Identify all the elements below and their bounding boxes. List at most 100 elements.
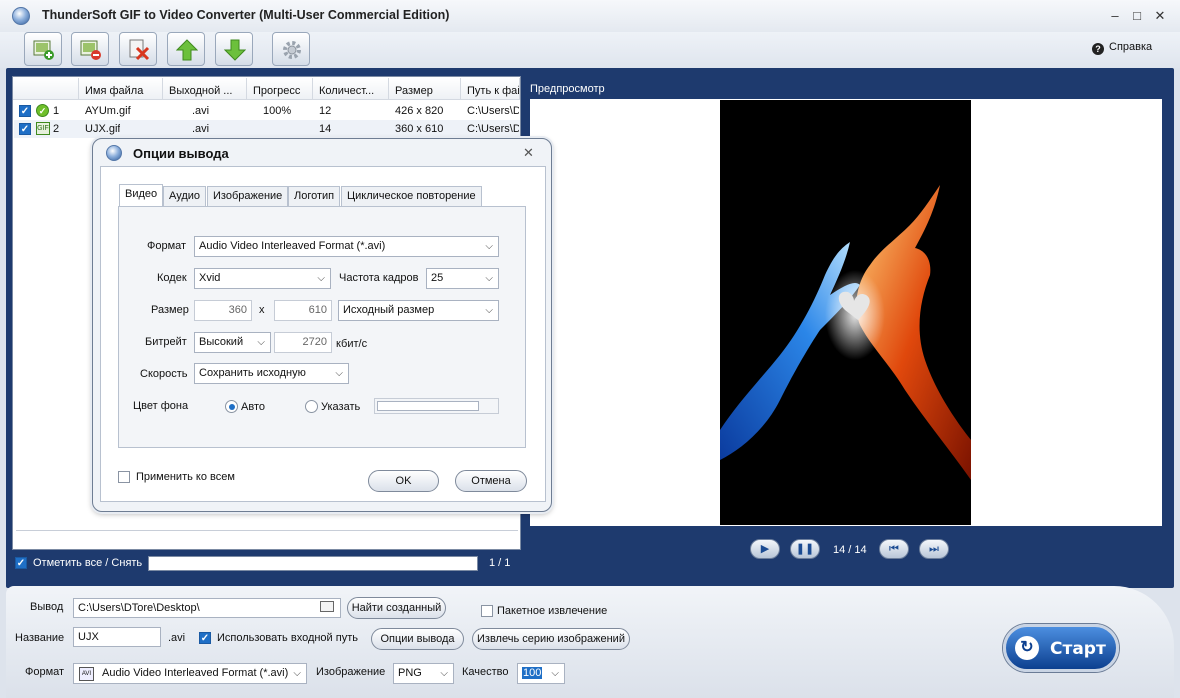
maximize-button[interactable]: □ <box>1128 8 1146 24</box>
row-checkbox[interactable]: ✓ <box>19 105 31 117</box>
bg-custom-label: Указать <box>321 401 361 413</box>
file-name: UJX.gif <box>85 123 121 135</box>
move-up-button[interactable] <box>167 32 205 66</box>
row-checkbox[interactable]: ✓ <box>19 123 31 135</box>
bg-color-picker[interactable] <box>374 398 499 414</box>
quality-dropdown[interactable]: 100 ⌵ <box>517 663 565 684</box>
tab-audio[interactable]: Аудио <box>163 186 207 206</box>
bitrate-mode-dropdown[interactable]: Высокий ⌵ <box>194 332 271 353</box>
dialog-close-icon[interactable]: ✕ <box>523 145 534 161</box>
name-field[interactable]: UJX <box>73 627 161 647</box>
tab-video[interactable]: Видео <box>119 184 164 207</box>
page-count: 1 / 1 <box>489 557 511 569</box>
add-file-icon <box>33 40 54 60</box>
bg-custom-radio[interactable] <box>305 400 318 413</box>
tab-loop[interactable]: Циклическое повторение <box>341 186 482 206</box>
move-down-button[interactable] <box>215 32 253 66</box>
dialog-format-dropdown[interactable]: Audio Video Interleaved Format (*.avi) ⌵ <box>194 236 499 257</box>
width-field[interactable]: 360 <box>194 300 252 321</box>
codec-dropdown[interactable]: Xvid ⌵ <box>194 268 331 289</box>
tab-logo[interactable]: Логотип <box>288 186 341 206</box>
column-header-output[interactable]: Выходной ... <box>163 78 247 100</box>
start-refresh-icon: ↻ <box>1015 636 1039 660</box>
height-field[interactable]: 610 <box>274 300 332 321</box>
column-header-progress[interactable]: Прогресс <box>247 78 313 100</box>
column-header-name[interactable]: Имя файла <box>79 78 163 100</box>
remove-file-button[interactable] <box>71 32 109 66</box>
speed-label: Скорость <box>140 368 188 380</box>
file-path: C:\Users\D <box>467 123 519 135</box>
output-options-button[interactable]: Опции вывода <box>371 628 464 650</box>
size-label: Размер <box>151 304 189 316</box>
done-status-icon: ✓ <box>36 104 49 117</box>
column-header-path[interactable]: Путь к фай <box>461 78 520 100</box>
previous-frame-button[interactable]: ⏮ <box>879 539 909 559</box>
name-extension: .avi <box>168 632 186 644</box>
framerate-dropdown[interactable]: 25 ⌵ <box>426 268 499 289</box>
size-separator: x <box>259 304 265 316</box>
close-button[interactable]: ✕ <box>1151 8 1169 24</box>
clear-list-button[interactable] <box>119 32 157 66</box>
move-up-icon <box>176 39 198 61</box>
tab-image[interactable]: Изображение <box>207 186 289 206</box>
add-file-button[interactable] <box>24 32 62 66</box>
chevron-down-icon: ⌵ <box>551 668 559 679</box>
format-label: Формат <box>25 666 65 678</box>
bitrate-mode-value: Высокий <box>199 336 244 348</box>
file-size: 360 x 610 <box>395 123 444 135</box>
pause-icon: ❚❚ <box>795 543 815 555</box>
speed-dropdown[interactable]: Сохранить исходную ⌵ <box>194 363 349 384</box>
output-label: Вывод <box>30 601 64 613</box>
preview-artwork <box>720 185 971 480</box>
row-number: 2 <box>53 123 60 135</box>
framerate-value: 25 <box>431 272 444 284</box>
find-created-button[interactable]: Найти созданный <box>347 597 446 619</box>
apply-all-checkbox[interactable] <box>118 471 130 483</box>
format-dropdown[interactable]: AVI Audio Video Interleaved Format (*.av… <box>73 663 307 684</box>
bitrate-field[interactable]: 2720 <box>274 332 332 353</box>
gif-file-icon: GIF <box>36 122 50 135</box>
pause-button[interactable]: ❚❚ <box>790 539 820 559</box>
use-input-path-checkbox[interactable]: ✓ <box>199 632 211 644</box>
folder-icon[interactable] <box>320 601 334 612</box>
dialog-format-value: Audio Video Interleaved Format (*.avi) <box>199 240 386 252</box>
chevron-down-icon: ⌵ <box>293 668 301 679</box>
bitrate-unit: кбит/с <box>336 338 368 350</box>
use-input-path-label: Использовать входной путь <box>217 632 358 644</box>
settings-button[interactable] <box>272 32 310 66</box>
format-dropdown-value: Audio Video Interleaved Format (*.avi) <box>102 667 289 679</box>
bg-auto-label: Авто <box>241 401 265 413</box>
image-format-dropdown[interactable]: PNG ⌵ <box>393 663 454 684</box>
ok-button[interactable]: OK <box>368 470 439 492</box>
clear-list-icon <box>129 39 150 61</box>
dialog-title: Опции вывода <box>133 146 229 161</box>
column-header-size[interactable]: Размер <box>389 78 461 100</box>
framerate-label: Частота кадров <box>339 272 419 284</box>
start-button[interactable]: ↻ Старт <box>1003 624 1119 672</box>
frame-count: 12 <box>319 105 332 117</box>
output-path-field[interactable]: C:\Users\DTore\Desktop\ <box>73 598 341 618</box>
extract-images-button[interactable]: Извлечь серию изображений <box>472 628 630 650</box>
play-button[interactable]: ▶ <box>750 539 780 559</box>
help-label: Справка <box>1109 41 1153 53</box>
horizontal-scrollbar[interactable] <box>16 530 518 538</box>
chevron-down-icon: ⌵ <box>485 273 493 284</box>
move-down-icon <box>224 39 246 61</box>
bg-color-swatch <box>377 401 479 411</box>
speed-value: Сохранить исходную <box>199 367 306 379</box>
image-format-label: Изображение <box>316 666 386 678</box>
size-mode-dropdown[interactable]: Исходный размер ⌵ <box>338 300 499 321</box>
preview-label: Предпросмотр <box>530 83 605 95</box>
quality-label: Качество <box>462 666 509 678</box>
cancel-button[interactable]: Отмена <box>455 470 527 492</box>
next-icon: ⏭ <box>929 543 939 555</box>
column-header-count[interactable]: Количест... <box>313 78 389 100</box>
batch-extract-checkbox[interactable] <box>481 605 493 617</box>
select-all-checkbox[interactable]: ✓ <box>15 557 27 569</box>
minimize-button[interactable]: – <box>1106 8 1124 24</box>
bg-auto-radio[interactable] <box>225 400 238 413</box>
help-link[interactable]: ? Справка <box>1092 41 1152 55</box>
name-label: Название <box>15 632 65 644</box>
preview-image <box>720 100 971 525</box>
next-frame-button[interactable]: ⏭ <box>919 539 949 559</box>
